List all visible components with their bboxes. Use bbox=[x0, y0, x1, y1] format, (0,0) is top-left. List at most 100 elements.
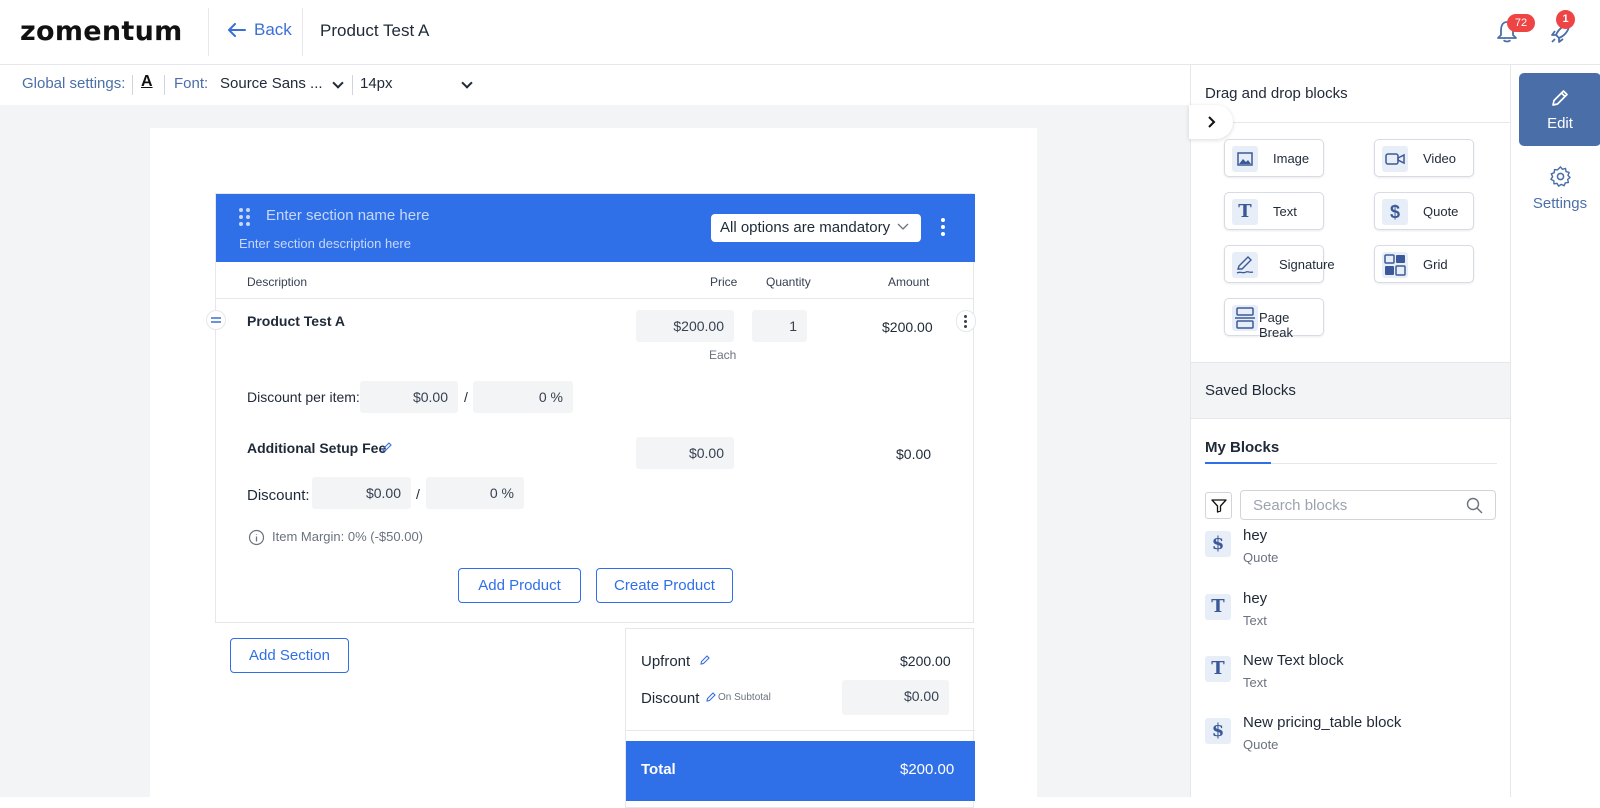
notification-badge: 72 bbox=[1507, 14, 1535, 32]
add-product-button[interactable]: Add Product bbox=[458, 568, 581, 603]
setup-fee-name: Additional Setup Fee bbox=[247, 440, 387, 456]
saved-blocks-title: Saved Blocks bbox=[1205, 382, 1296, 399]
pencil-icon[interactable] bbox=[699, 654, 711, 666]
divider bbox=[1191, 122, 1511, 123]
text-icon: T bbox=[1205, 656, 1231, 682]
pencil-icon[interactable] bbox=[381, 441, 393, 453]
whats-new-badge: 1 bbox=[1556, 10, 1575, 29]
font-label: Font: bbox=[174, 75, 209, 92]
saved-blocks-header[interactable]: Saved Blocks bbox=[1191, 362, 1511, 419]
text-icon: T bbox=[1232, 199, 1258, 225]
chevron-right-icon bbox=[1208, 116, 1216, 128]
block-label: Image bbox=[1273, 151, 1310, 166]
top-header: zomentum Back Product Test A 72 1 bbox=[0, 0, 1600, 65]
text-color-button[interactable]: A bbox=[141, 73, 153, 91]
pencil-icon[interactable] bbox=[705, 691, 717, 703]
collapse-panel-button[interactable] bbox=[1189, 105, 1233, 139]
dollar-icon: $ bbox=[1205, 531, 1231, 557]
editor-canvas: Enter section name here Enter section de… bbox=[0, 105, 1190, 808]
saved-block-name: hey bbox=[1243, 527, 1268, 544]
divider bbox=[216, 298, 973, 299]
drag-handle-icon[interactable] bbox=[239, 208, 251, 226]
pencil-icon bbox=[1552, 90, 1568, 106]
document-page: Enter section name here Enter section de… bbox=[150, 128, 1037, 808]
total-label: Total bbox=[641, 761, 676, 778]
total-discount-input[interactable]: $0.00 bbox=[842, 680, 949, 715]
item-margin-text: Item Margin: 0% (-$50.00) bbox=[272, 529, 424, 544]
divider bbox=[352, 75, 353, 95]
add-section-button[interactable]: Add Section bbox=[230, 638, 349, 673]
filter-button[interactable] bbox=[1205, 492, 1232, 519]
saved-block-name: New pricing_table block bbox=[1243, 714, 1402, 731]
block-signature[interactable]: Signature bbox=[1224, 245, 1335, 283]
saved-block-item[interactable]: T New Text block Text bbox=[1205, 652, 1495, 702]
block-image[interactable]: Image bbox=[1224, 139, 1324, 177]
divider bbox=[132, 75, 133, 95]
section-more-icon[interactable] bbox=[941, 218, 945, 239]
options-mandatory-select[interactable]: All options are mandatory bbox=[711, 214, 921, 242]
filter-icon bbox=[1211, 499, 1227, 513]
block-label: Signature bbox=[1279, 257, 1335, 272]
discount-separator: / bbox=[464, 389, 468, 405]
setup-fee-discount-label: Discount: bbox=[247, 487, 310, 504]
discount-percent-input[interactable]: 0 % bbox=[473, 381, 573, 413]
block-video[interactable]: Video bbox=[1374, 139, 1474, 177]
column-header-quantity: Quantity bbox=[766, 275, 811, 289]
row-more-icon[interactable] bbox=[956, 310, 976, 332]
discount-amount-input[interactable]: $0.00 bbox=[360, 381, 458, 413]
text-icon: T bbox=[1205, 594, 1231, 620]
block-page-break[interactable]: Page Break bbox=[1224, 298, 1324, 340]
page-title: Product Test A bbox=[320, 21, 430, 40]
block-text[interactable]: T Text bbox=[1224, 192, 1324, 230]
totals-panel: Upfront $200.00 Discount On Subtotal $0.… bbox=[625, 628, 975, 808]
setup-fee-discount-input[interactable]: $0.00 bbox=[312, 477, 411, 509]
font-size-value: 14px bbox=[360, 75, 393, 92]
saved-block-item[interactable]: $ New pricing_table block Quote bbox=[1205, 714, 1495, 764]
header-divider bbox=[208, 8, 209, 56]
settings-label: Settings bbox=[1532, 195, 1588, 212]
setup-fee-discount-percent-input[interactable]: 0 % bbox=[426, 477, 524, 509]
saved-block-type: Quote bbox=[1243, 550, 1279, 565]
divider bbox=[626, 730, 975, 731]
saved-block-item[interactable]: T hey Text bbox=[1205, 590, 1495, 640]
setup-fee-price-input[interactable]: $0.00 bbox=[636, 437, 734, 469]
section-description-input[interactable]: Enter section description here bbox=[239, 236, 411, 251]
video-icon bbox=[1382, 146, 1408, 172]
gear-icon bbox=[1550, 166, 1571, 187]
tab-my-blocks[interactable]: My Blocks bbox=[1205, 439, 1279, 456]
search-blocks-input[interactable]: Search blocks bbox=[1240, 490, 1496, 520]
setup-fee-amount: $0.00 bbox=[896, 446, 932, 462]
header-divider bbox=[302, 8, 303, 56]
create-product-button[interactable]: Create Product bbox=[596, 568, 733, 603]
back-button[interactable]: Back bbox=[228, 20, 292, 40]
image-icon bbox=[1232, 146, 1258, 172]
discount-note: On Subtotal bbox=[718, 692, 771, 703]
search-icon bbox=[1466, 497, 1483, 514]
block-grid[interactable]: Grid bbox=[1374, 245, 1474, 283]
upfront-value: $200.00 bbox=[900, 653, 951, 669]
section-name-input[interactable]: Enter section name here bbox=[266, 207, 429, 224]
settings-tab[interactable]: Settings bbox=[1519, 165, 1600, 215]
total-bar: Total $200.00 bbox=[626, 741, 975, 801]
info-icon bbox=[248, 529, 265, 546]
global-settings-bar: Global settings: A Font: Source Sans ...… bbox=[0, 65, 1190, 105]
arrow-left-icon bbox=[228, 23, 246, 37]
product-price-input[interactable]: $200.00 bbox=[636, 310, 734, 342]
edit-tab[interactable]: Edit bbox=[1519, 73, 1600, 146]
price-unit: Each bbox=[709, 348, 737, 362]
global-settings-label: Global settings: bbox=[22, 75, 126, 92]
zomentum-logo[interactable]: zomentum bbox=[20, 16, 183, 47]
back-label: Back bbox=[254, 20, 292, 39]
options-select-value: All options are mandatory bbox=[720, 219, 891, 236]
saved-block-item[interactable]: $ hey Quote bbox=[1205, 527, 1495, 577]
block-label: Page Break bbox=[1259, 310, 1293, 340]
dollar-icon: $ bbox=[1205, 718, 1231, 744]
block-quote[interactable]: $ Quote bbox=[1374, 192, 1474, 230]
product-quantity-input[interactable]: 1 bbox=[752, 310, 807, 342]
discount-separator: / bbox=[416, 486, 420, 502]
right-rail: Edit Settings bbox=[1510, 65, 1600, 797]
row-drag-handle-icon[interactable] bbox=[206, 310, 226, 330]
blocks-panel: Drag and drop blocks Image Video T Text … bbox=[1189, 65, 1511, 797]
blocks-panel-title: Drag and drop blocks bbox=[1205, 85, 1348, 102]
discount-per-item-label: Discount per item: bbox=[247, 389, 360, 405]
